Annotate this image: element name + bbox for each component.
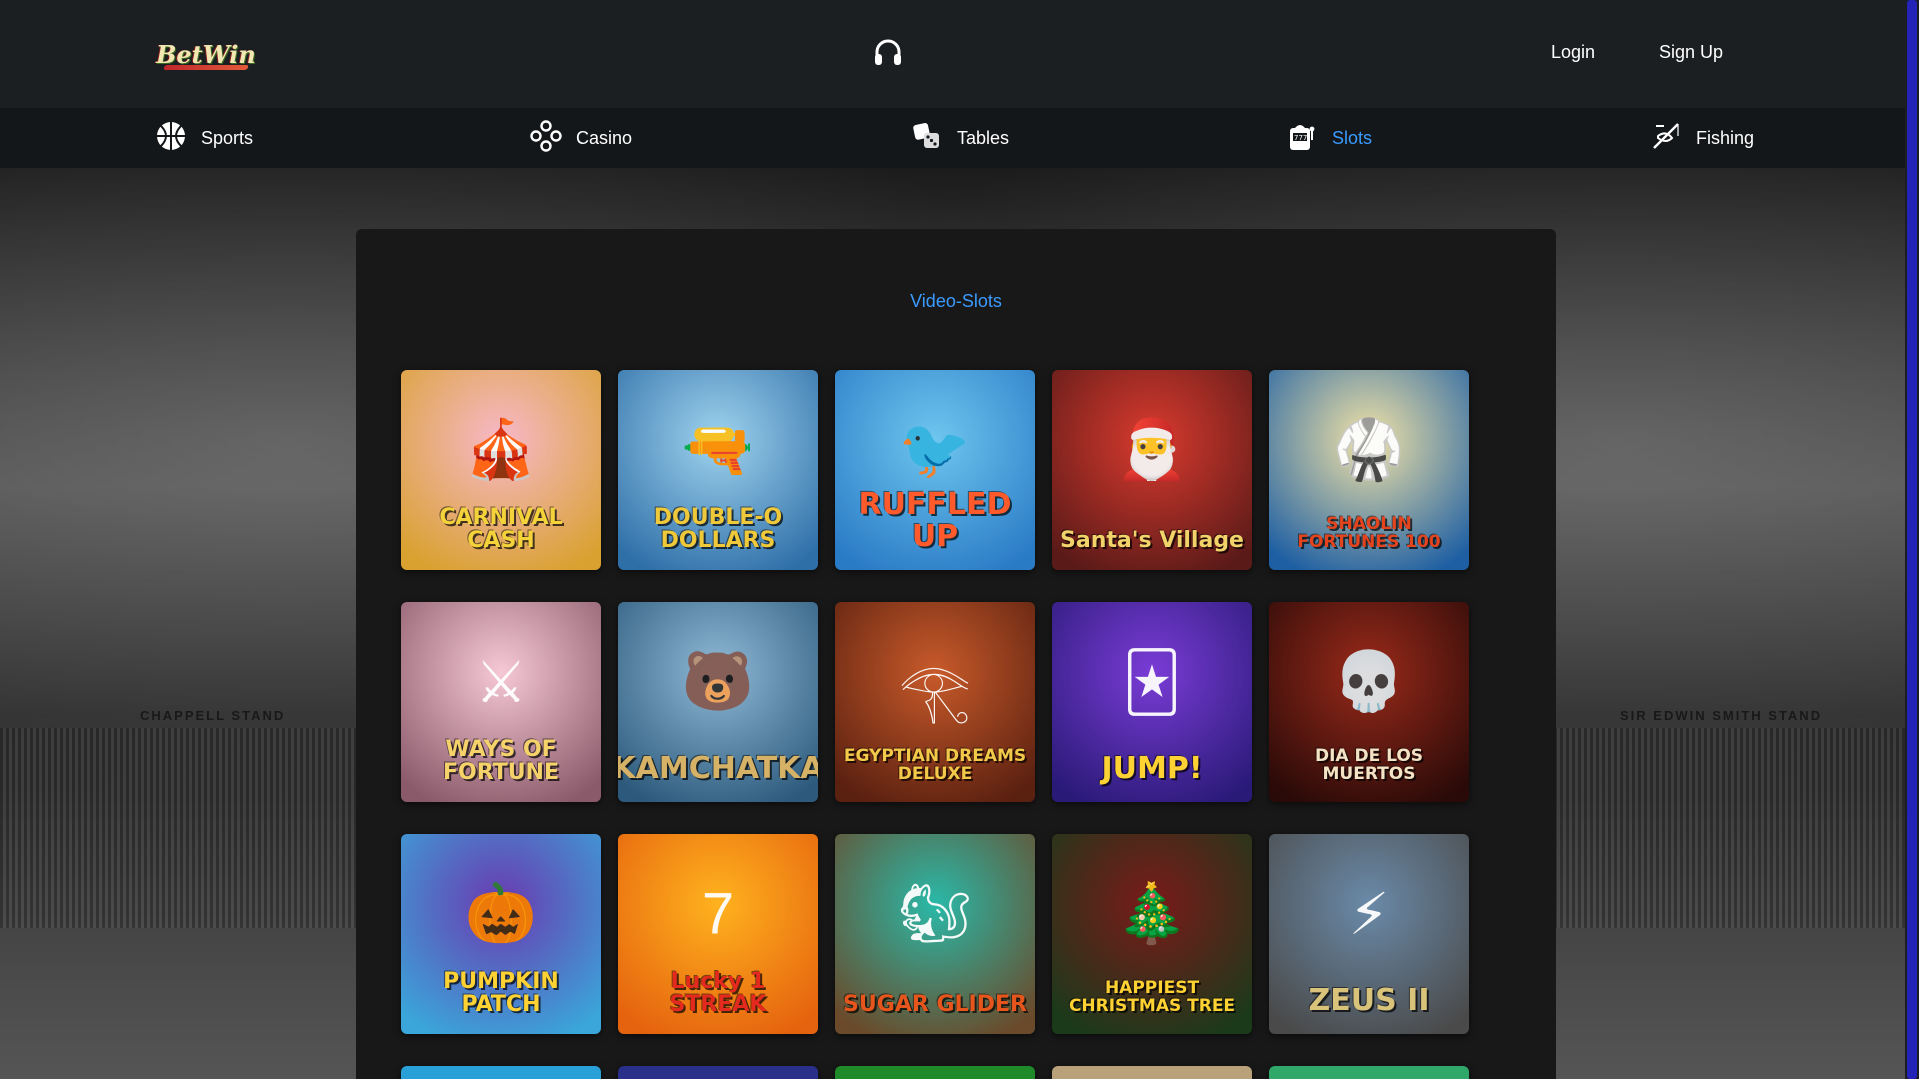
game-artwork: 🥋 (1332, 417, 1406, 482)
headset-icon[interactable] (873, 38, 903, 70)
game-title: Lucky 1 STREAK (669, 968, 767, 1017)
game-title: ZEUS II (1308, 982, 1430, 1018)
scrollbar-thumb[interactable] (1907, 0, 1917, 1079)
game-tile[interactable]: 🎪 CARNIVAL CASH (401, 370, 601, 570)
games-grid-next-row (401, 1066, 1469, 1079)
game-artwork: 𓂀 (898, 659, 972, 724)
game-tile-partial[interactable] (1269, 1066, 1469, 1079)
game-artwork: 🃏 (1122, 650, 1182, 715)
game-title: Santa's Village (1060, 527, 1244, 553)
game-title: SHAOLIN FORTUNES 100 (1297, 514, 1441, 553)
game-tile[interactable]: 🐿 SUGAR GLIDER (835, 834, 1035, 1034)
game-artwork: 7 (701, 881, 735, 947)
nav-item-casino[interactable]: Casino (530, 108, 632, 168)
game-artwork: 🎪 (464, 417, 538, 482)
logo-swoosh (163, 65, 249, 70)
games-grid: 🎪 CARNIVAL CASH 🔫 DOUBLE-O DOLLARS 🐦 RUFFLED … (401, 370, 1469, 1034)
svg-text:777: 777 (1294, 134, 1307, 142)
page-scrollbar[interactable] (1905, 0, 1919, 1079)
game-tile[interactable]: 7 Lucky 1 STREAK (618, 834, 818, 1034)
game-tile[interactable]: 🐻 KAMCHATKA (618, 602, 818, 802)
game-title: HAPPIEST CHRISTMAS TREE (1068, 978, 1236, 1017)
game-artwork: 🐻 (681, 649, 755, 714)
game-artwork: 🐦 (898, 417, 972, 482)
game-tile-partial[interactable] (401, 1066, 601, 1079)
signup-link[interactable]: Sign Up (1659, 42, 1723, 63)
slot-machine-icon: 777 (1286, 120, 1318, 157)
nav-item-tables[interactable]: Tables (911, 108, 1009, 168)
game-tile[interactable]: 🎄 HAPPIEST CHRISTMAS TREE (1052, 834, 1252, 1034)
game-tile[interactable]: 🎃 PUMPKIN PATCH (401, 834, 601, 1034)
game-tile[interactable]: 🎅 Santa's Village (1052, 370, 1252, 570)
stand-sign-right: SIR EDWIN SMITH STAND (1620, 708, 1823, 723)
game-title: PUMPKIN PATCH (443, 968, 559, 1017)
nav-label-tables: Tables (957, 127, 1010, 148)
nav-label-fishing: Fishing (1696, 127, 1755, 148)
game-title: JUMP! (1101, 750, 1203, 786)
stand-sign-left: CHAPPELL STAND (140, 708, 286, 723)
game-tile[interactable]: 🐦 RUFFLED UP (835, 370, 1035, 570)
nav-label-slots: Slots (1332, 127, 1373, 148)
dice-icon (911, 120, 943, 157)
fishing-rod-icon (1650, 120, 1682, 157)
game-artwork: 🐿 (898, 881, 972, 946)
nav-item-fishing[interactable]: Fishing (1650, 108, 1754, 168)
game-tile[interactable]: ⚔ WAYS OF FORTUNE (401, 602, 601, 802)
game-title: RUFFLED UP (858, 487, 1012, 554)
game-tile[interactable]: 🃏 JUMP! (1052, 602, 1252, 802)
game-artwork: 🎃 (464, 881, 538, 946)
game-title: SUGAR GLIDER (843, 991, 1027, 1017)
game-title: DOUBLE-O DOLLARS (653, 504, 783, 553)
game-tile-partial[interactable] (1052, 1066, 1252, 1079)
game-tile[interactable]: 🔫 DOUBLE-O DOLLARS (618, 370, 818, 570)
main-navigation: Sports Casino Tables 777 Slots Fishing (0, 108, 1905, 168)
game-artwork: 🔫 (681, 417, 755, 482)
brand-logo[interactable]: BetWin (156, 34, 256, 74)
login-link[interactable]: Login (1551, 42, 1595, 63)
game-title: WAYS OF FORTUNE (443, 736, 559, 785)
basketball-icon (155, 120, 187, 157)
nav-label-casino: Casino (576, 127, 633, 148)
games-panel: Video-Slots 🎪 CARNIVAL CASH 🔫 DOUBLE-O DOLL… (356, 229, 1556, 1079)
game-title: CARNIVAL CASH (439, 504, 563, 553)
game-artwork: ⚔ (475, 650, 527, 715)
game-title: KAMCHATKA (618, 750, 818, 786)
nav-label-sports: Sports (201, 127, 254, 148)
game-tile[interactable]: 🥋 SHAOLIN FORTUNES 100 (1269, 370, 1469, 570)
game-artwork: 💀 (1332, 649, 1406, 714)
nav-item-sports[interactable]: Sports (155, 108, 253, 168)
game-artwork: ⚡ (1348, 882, 1390, 947)
game-tile-partial[interactable] (835, 1066, 1035, 1079)
game-artwork: 🎅 (1115, 417, 1189, 482)
nav-item-slots[interactable]: 777 Slots (1286, 108, 1372, 168)
section-title-video-slots[interactable]: Video-Slots (356, 291, 1556, 312)
game-tile[interactable]: 💀 DIA DE LOS MUERTOS (1269, 602, 1469, 802)
game-title: DIA DE LOS MUERTOS (1314, 746, 1424, 785)
game-artwork: 🎄 (1115, 881, 1189, 946)
game-tile-partial[interactable] (618, 1066, 818, 1079)
top-header: BetWin Login Sign Up (0, 0, 1905, 108)
game-tile[interactable]: 𓂀 EGYPTIAN DREAMS DELUXE (835, 602, 1035, 802)
game-title: EGYPTIAN DREAMS DELUXE (843, 746, 1027, 785)
game-tile[interactable]: ⚡ ZEUS II (1269, 834, 1469, 1034)
casino-chips-icon (530, 119, 562, 157)
